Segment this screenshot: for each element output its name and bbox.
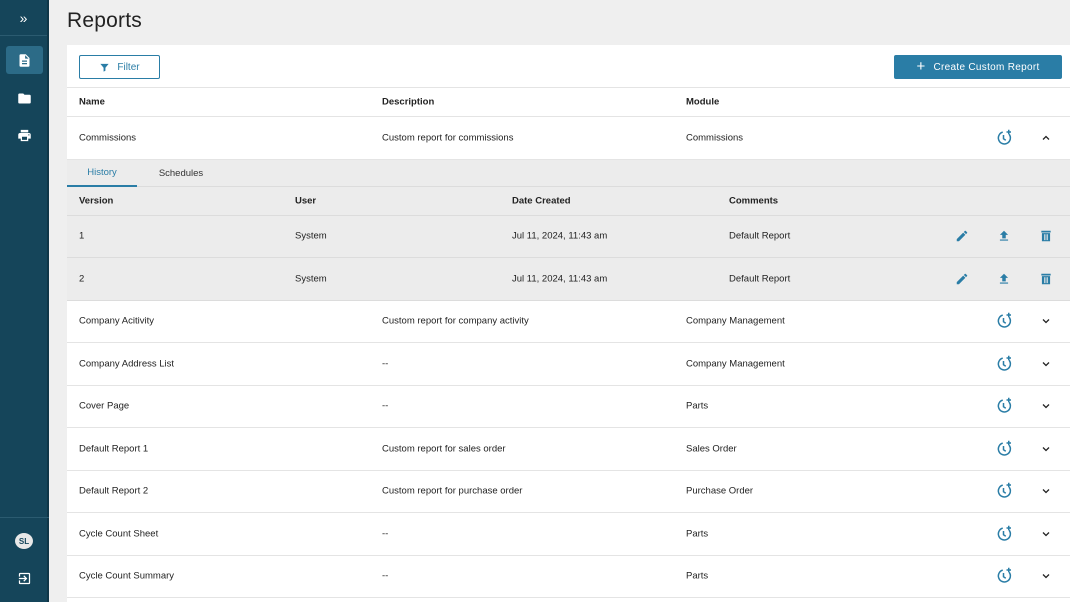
row-module: Commissions <box>686 132 744 144</box>
table-row[interactable]: Cover Page -- Parts <box>67 386 1070 428</box>
delete-icon[interactable] <box>1039 272 1053 286</box>
logout-button[interactable] <box>6 564 43 592</box>
folder-icon <box>18 93 31 103</box>
table-row[interactable]: Company Address List -- Company Manageme… <box>67 343 1070 386</box>
table-row[interactable]: Default Report 1 Custom report for sales… <box>67 428 1070 471</box>
row-module: Parts <box>686 528 709 540</box>
expand-sidebar-button[interactable]: » <box>0 0 47 36</box>
filter-button[interactable]: Filter <box>79 55 160 79</box>
row-name: Commissions <box>79 132 137 144</box>
create-custom-report-button[interactable]: + Create Custom Report <box>894 55 1062 79</box>
row-description: Custom report for purchase order <box>382 485 523 497</box>
expand-icon: » <box>19 9 28 26</box>
history-date: Jul 11, 2024, 11:43 am <box>512 273 608 285</box>
filter-label: Filter <box>117 61 140 73</box>
avatar[interactable]: SL <box>15 533 33 549</box>
row-description: Custom report for sales order <box>382 443 506 455</box>
history-user: System <box>295 273 327 285</box>
row-module: Purchase Order <box>686 485 754 497</box>
header-user: User <box>295 195 317 206</box>
history-row: 1 System Jul 11, 2024, 11:43 am Default … <box>67 216 1070 258</box>
filter-icon <box>100 63 109 72</box>
page-title: Reports <box>67 9 142 32</box>
schedule-icon[interactable] <box>996 355 1014 373</box>
row-module: Parts <box>686 400 709 412</box>
chevron-down-icon[interactable] <box>1040 443 1052 455</box>
chevron-down-icon[interactable] <box>1040 570 1052 582</box>
plus-icon: + <box>916 58 926 75</box>
history-comments: Default Report <box>729 273 791 285</box>
row-name: Default Report 2 <box>79 485 149 497</box>
detail-tabs: History Schedules <box>67 160 1070 187</box>
header-name[interactable]: Name <box>79 97 105 108</box>
history-comments: Default Report <box>729 230 791 242</box>
history-user: System <box>295 230 327 242</box>
schedule-icon[interactable] <box>996 397 1014 415</box>
history-row: 2 System Jul 11, 2024, 11:43 am Default … <box>67 258 1070 301</box>
history-version: 1 <box>79 230 85 242</box>
row-module: Company Management <box>686 315 785 327</box>
row-description: -- <box>382 358 389 370</box>
row-description: -- <box>382 528 389 540</box>
report-detail-panel: History Schedules Version User Date Crea… <box>67 159 1070 301</box>
chevron-down-icon[interactable] <box>1040 358 1052 370</box>
sidebar-item-folders[interactable] <box>6 84 43 112</box>
toolbar: Filter + Create Custom Report <box>67 45 1070 88</box>
table-row[interactable]: Default Report 2 Custom report for purch… <box>67 471 1070 513</box>
row-name: Company Acitivity <box>79 315 154 327</box>
header-description[interactable]: Description <box>382 97 434 108</box>
schedule-icon[interactable] <box>996 312 1014 330</box>
chevron-down-icon[interactable] <box>1040 528 1052 540</box>
tab-history[interactable]: History <box>67 160 137 187</box>
history-header: Version User Date Created Comments <box>67 187 1070 216</box>
reports-card: Filter + Create Custom Report Name Descr… <box>67 45 1070 602</box>
tab-schedules[interactable]: Schedules <box>145 160 217 187</box>
schedule-icon[interactable] <box>996 440 1014 458</box>
sidebar-item-reports[interactable] <box>6 46 43 74</box>
table-row[interactable]: Cycle Count Sheet -- Parts <box>67 513 1070 556</box>
row-name: Cycle Count Summary <box>79 570 175 582</box>
table-row[interactable]: Cycle Count Summary -- Parts <box>67 556 1070 598</box>
row-description: -- <box>382 400 389 412</box>
row-description: Custom report for company activity <box>382 315 529 327</box>
table-header: Name Description Module <box>67 88 1070 117</box>
history-date: Jul 11, 2024, 11:43 am <box>512 230 608 242</box>
schedule-icon[interactable] <box>996 129 1014 147</box>
sidebar-item-print[interactable] <box>6 121 43 149</box>
row-module: Company Management <box>686 358 785 370</box>
row-name: Default Report 1 <box>79 443 149 455</box>
row-module: Parts <box>686 570 709 582</box>
row-name: Company Address List <box>79 358 175 370</box>
header-module[interactable]: Module <box>686 97 719 108</box>
chevron-up-icon[interactable] <box>1040 132 1052 144</box>
edit-icon[interactable] <box>955 272 969 286</box>
edit-icon[interactable] <box>955 229 969 243</box>
header-version: Version <box>79 195 114 206</box>
history-version: 2 <box>79 273 85 285</box>
logout-icon <box>18 572 31 584</box>
printer-icon <box>18 129 31 141</box>
delete-icon[interactable] <box>1039 229 1053 243</box>
sidebar-divider <box>0 517 49 518</box>
upload-icon[interactable] <box>997 229 1011 243</box>
table-row[interactable]: Company Acitivity Custom report for comp… <box>67 301 1070 343</box>
chevron-down-icon[interactable] <box>1040 400 1052 412</box>
schedule-icon[interactable] <box>996 525 1014 543</box>
upload-icon[interactable] <box>997 272 1011 286</box>
row-module: Sales Order <box>686 443 737 455</box>
header-comments: Comments <box>729 195 779 206</box>
header-date-created: Date Created <box>512 195 571 206</box>
row-description: Custom report for commissions <box>382 132 514 144</box>
table-row[interactable]: Commissions Custom report for commission… <box>67 117 1070 160</box>
chevron-down-icon[interactable] <box>1040 485 1052 497</box>
schedule-icon[interactable] <box>996 567 1014 585</box>
row-description: -- <box>382 570 389 582</box>
row-name: Cycle Count Sheet <box>79 528 159 540</box>
create-label: Create Custom Report <box>933 61 1040 73</box>
schedule-icon[interactable] <box>996 482 1014 500</box>
row-name: Cover Page <box>79 400 130 412</box>
sidebar: » SL <box>0 0 49 602</box>
chevron-down-icon[interactable] <box>1040 315 1052 327</box>
document-icon <box>19 53 30 67</box>
